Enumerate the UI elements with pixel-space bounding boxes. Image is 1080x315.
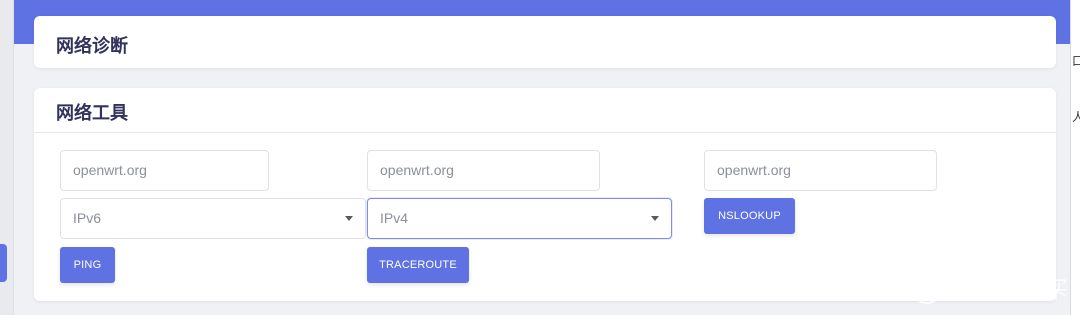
traceroute-button[interactable]: TRACEROUTE bbox=[367, 247, 469, 283]
chevron-down-icon bbox=[345, 216, 353, 221]
edge-glyph-1: 口 bbox=[1072, 54, 1080, 68]
nslookup-button[interactable]: NSLOOKUP bbox=[704, 198, 795, 234]
edge-glyph-2: 人 bbox=[1072, 110, 1080, 124]
sidebar-toggle-tab[interactable] bbox=[0, 244, 7, 282]
diagnostics-title: 网络诊断 bbox=[56, 36, 128, 57]
chevron-down-icon bbox=[651, 216, 659, 221]
nslookup-host-input[interactable]: openwrt.org bbox=[704, 150, 937, 191]
card-divider bbox=[34, 132, 1056, 133]
watermark-logo-icon: 值 bbox=[912, 274, 942, 304]
traceroute-host-input[interactable]: openwrt.org bbox=[367, 150, 600, 191]
ping-ip-version-value: IPv6 bbox=[73, 210, 102, 226]
ping-button[interactable]: PING bbox=[60, 247, 115, 283]
ping-ip-version-select[interactable]: IPv6 bbox=[60, 198, 366, 239]
network-tools-card: 网络工具 openwrt.org IPv6 PING openwrt.org I… bbox=[34, 88, 1056, 301]
traceroute-ip-version-select[interactable]: IPv4 bbox=[367, 198, 672, 239]
ping-host-input[interactable]: openwrt.org bbox=[60, 150, 269, 191]
watermark-en-text: SMYZ.NET bbox=[984, 286, 1061, 304]
diagnostics-card: 网络诊断 bbox=[34, 16, 1056, 68]
network-tools-title: 网络工具 bbox=[56, 103, 128, 124]
right-window-edge bbox=[1070, 0, 1080, 315]
traceroute-ip-version-value: IPv4 bbox=[380, 210, 409, 226]
